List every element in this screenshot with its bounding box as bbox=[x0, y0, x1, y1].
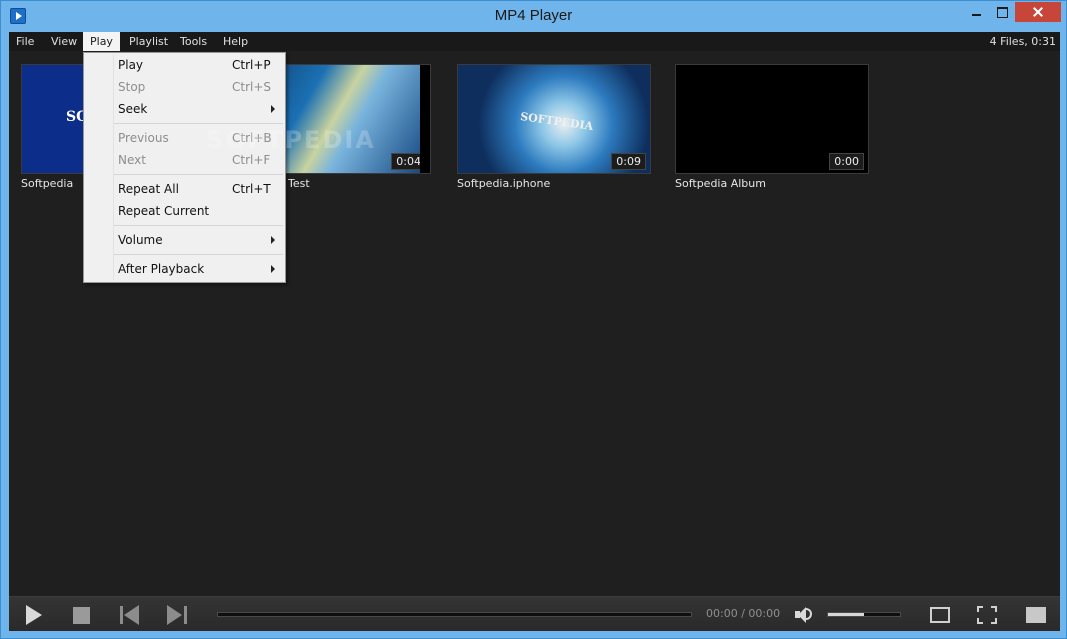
menu-item-repeat-current[interactable]: Repeat Current bbox=[86, 200, 283, 222]
thumbnail-brand-text: SOFTPEDIA bbox=[519, 109, 594, 134]
duration-badge: 0:09 bbox=[611, 153, 646, 170]
video-label[interactable]: Softpedia.iphone bbox=[457, 177, 550, 190]
menu-item-next[interactable]: Next Ctrl+F bbox=[86, 149, 283, 171]
app-window: MP4 Player File View Play Playlist Tools… bbox=[0, 0, 1067, 639]
video-label[interactable]: Test bbox=[288, 177, 310, 190]
menu-play[interactable]: Play bbox=[83, 32, 120, 51]
skip-previous-icon[interactable] bbox=[120, 605, 140, 625]
submenu-arrow-icon bbox=[271, 105, 275, 113]
video-label[interactable]: Softpedia Album bbox=[675, 177, 766, 190]
menu-item-seek[interactable]: Seek bbox=[86, 98, 283, 120]
volume-fill bbox=[828, 613, 864, 616]
time-readout: 00:00 / 00:00 bbox=[706, 607, 781, 620]
fullscreen-icon[interactable] bbox=[977, 606, 997, 624]
minimize-button[interactable] bbox=[967, 2, 987, 22]
duration-badge: 0:04 bbox=[391, 153, 426, 170]
menu-help[interactable]: Help bbox=[216, 32, 255, 51]
menu-separator bbox=[114, 174, 283, 175]
menu-item-after-playback[interactable]: After Playback bbox=[86, 258, 283, 280]
submenu-arrow-icon bbox=[271, 236, 275, 244]
play-menu-dropdown: Play Ctrl+P Stop Ctrl+S Seek Previous Ct… bbox=[83, 52, 286, 283]
window-icon[interactable] bbox=[930, 607, 950, 623]
window-title: MP4 Player bbox=[494, 7, 573, 24]
menu-item-previous[interactable]: Previous Ctrl+B bbox=[86, 127, 283, 149]
video-thumbnail[interactable]: SOFTPEDIA 0:09 bbox=[457, 64, 651, 174]
volume-slider[interactable] bbox=[827, 612, 901, 617]
menu-item-play[interactable]: Play Ctrl+P bbox=[86, 54, 283, 76]
menu-tools[interactable]: Tools bbox=[173, 32, 214, 51]
video-thumbnail[interactable]: 0:00 bbox=[675, 64, 869, 174]
stop-icon[interactable] bbox=[73, 607, 90, 624]
menu-playlist[interactable]: Playlist bbox=[122, 32, 175, 51]
menu-separator bbox=[114, 225, 283, 226]
playlist-icon[interactable] bbox=[1026, 607, 1046, 623]
play-icon[interactable] bbox=[25, 605, 43, 625]
duration-badge: 0:00 bbox=[829, 153, 864, 170]
menu-separator bbox=[114, 254, 283, 255]
playback-control-bar: 00:00 / 00:00 bbox=[9, 596, 1060, 631]
submenu-arrow-icon bbox=[271, 265, 275, 273]
menu-item-repeat-all[interactable]: Repeat All Ctrl+T bbox=[86, 178, 283, 200]
maximize-button[interactable] bbox=[991, 2, 1013, 22]
menu-bar: File View Play Playlist Tools Help 4 Fil… bbox=[9, 32, 1060, 51]
file-count-status: 4 Files, 0:31 bbox=[989, 35, 1056, 48]
title-bar: MP4 Player bbox=[1, 1, 1066, 32]
menu-item-stop[interactable]: Stop Ctrl+S bbox=[86, 76, 283, 98]
close-button[interactable] bbox=[1015, 2, 1061, 22]
video-label[interactable]: Softpedia bbox=[21, 177, 73, 190]
menu-item-volume[interactable]: Volume bbox=[86, 229, 283, 251]
skip-next-icon[interactable] bbox=[167, 605, 187, 625]
seek-slider[interactable] bbox=[217, 612, 692, 617]
menu-separator bbox=[114, 123, 283, 124]
menu-file[interactable]: File bbox=[9, 32, 41, 51]
menu-view[interactable]: View bbox=[44, 32, 84, 51]
